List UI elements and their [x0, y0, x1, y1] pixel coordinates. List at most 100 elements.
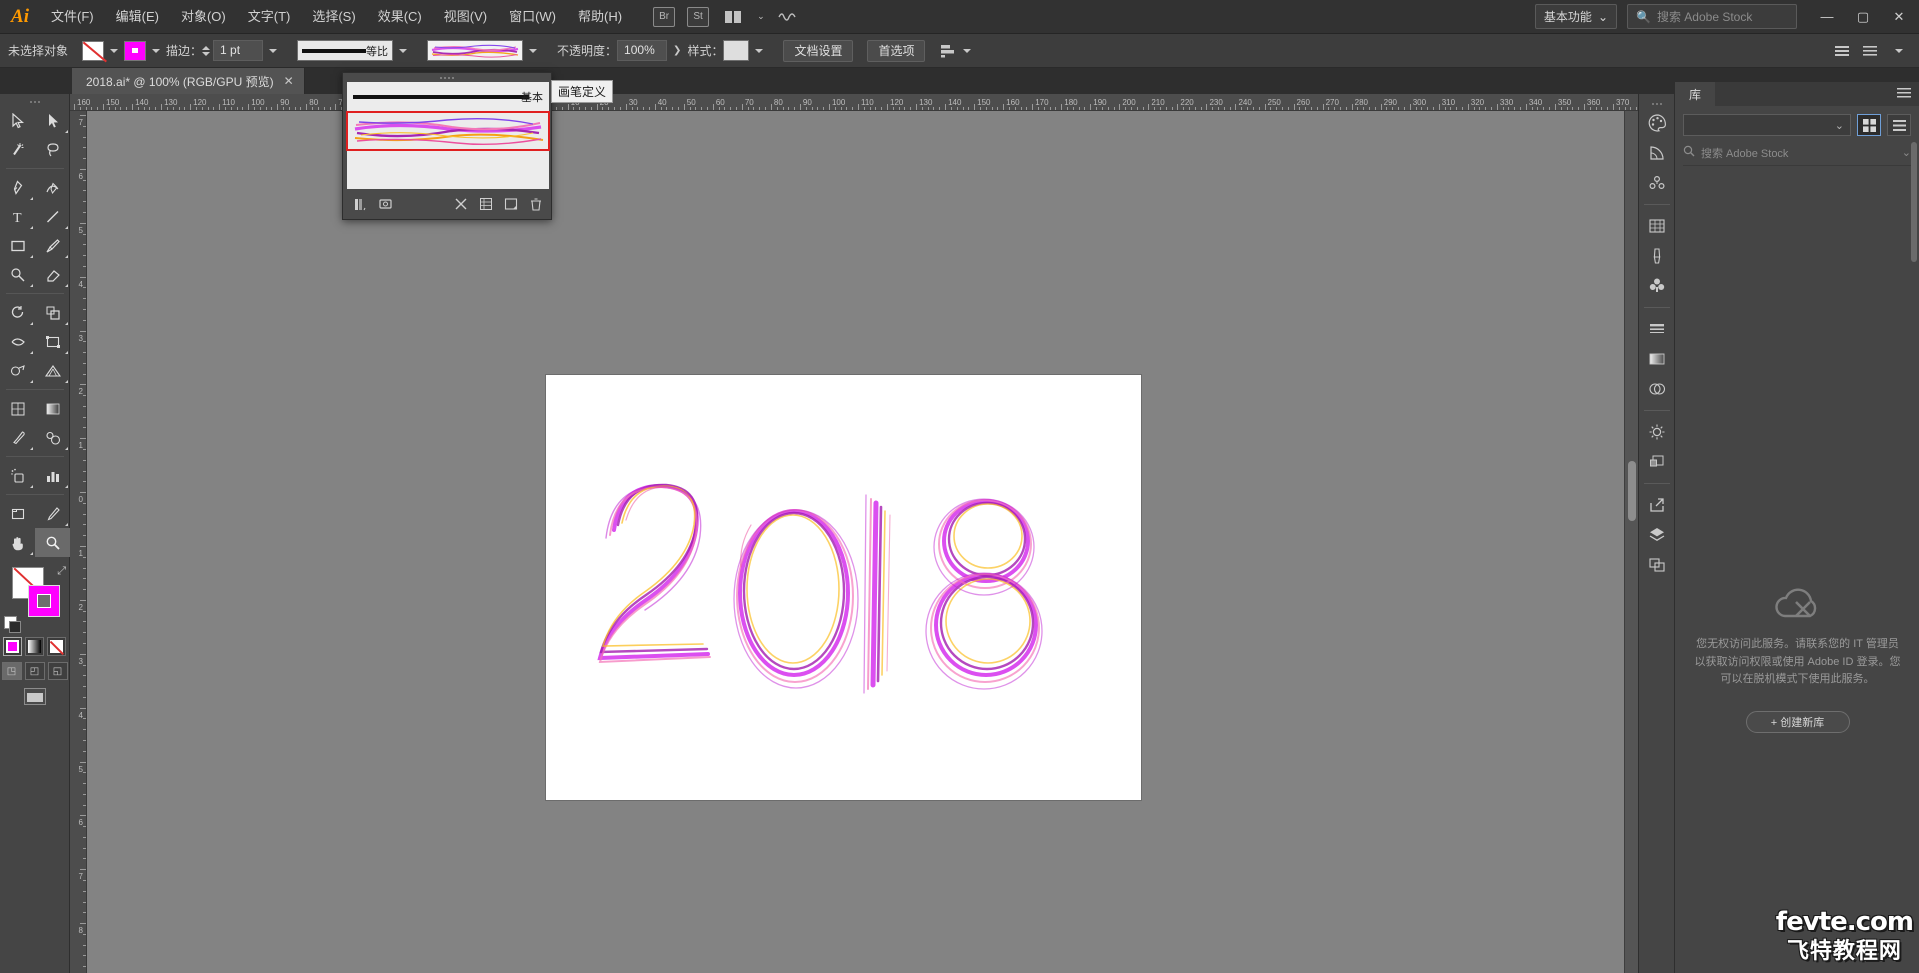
- options-of-selected-object-icon[interactable]: [478, 197, 493, 212]
- brush-list[interactable]: 基本: [346, 82, 550, 189]
- align-icon[interactable]: [939, 43, 957, 59]
- graphic-styles-panel-icon[interactable]: [1639, 447, 1675, 477]
- distribute-icon[interactable]: [1833, 43, 1851, 59]
- library-select[interactable]: ⌄: [1683, 114, 1851, 136]
- rotate-tool[interactable]: [0, 298, 35, 327]
- stroke-weight-input[interactable]: 1 pt: [213, 40, 264, 61]
- brush-definition-select[interactable]: [427, 40, 524, 61]
- libraries-panel-icon[interactable]: [378, 197, 393, 212]
- create-library-button[interactable]: + 创建新库: [1745, 710, 1850, 733]
- graphic-style-swatch[interactable]: [723, 40, 750, 61]
- stroke-weight-chevron-down-icon[interactable]: [269, 48, 278, 53]
- artwork-2018[interactable]: [546, 375, 1141, 800]
- gradient-tool[interactable]: [35, 394, 70, 423]
- align-chevron-down-icon[interactable]: [963, 48, 972, 53]
- stroke-panel-icon[interactable]: [1639, 314, 1675, 344]
- line-segment-tool[interactable]: [35, 202, 70, 231]
- stock-wave-icon[interactable]: [777, 7, 797, 27]
- color-guide-panel-icon[interactable]: [1639, 138, 1675, 168]
- transparency-panel-icon[interactable]: [1639, 374, 1675, 404]
- arrange-documents-icon[interactable]: [721, 8, 745, 26]
- color-mode-button[interactable]: [3, 637, 22, 656]
- layers-panel-icon[interactable]: [1639, 520, 1675, 550]
- fill-color-swatch[interactable]: [82, 40, 105, 61]
- brush-definition-chevron-down-icon[interactable]: [529, 48, 538, 53]
- overflow-chevron-down-icon[interactable]: [1895, 48, 1903, 53]
- hand-tool[interactable]: [0, 528, 35, 557]
- menu-window[interactable]: 窗口(W): [498, 0, 567, 34]
- gradient-panel-icon[interactable]: [1639, 344, 1675, 374]
- free-transform-tool[interactable]: [35, 327, 70, 356]
- direct-selection-tool[interactable]: [35, 106, 70, 135]
- selection-tool[interactable]: [0, 106, 35, 135]
- magic-wand-tool[interactable]: [0, 135, 35, 164]
- document-tab[interactable]: 2018.ai* @ 100% (RGB/GPU 预览) ✕: [72, 68, 305, 94]
- preferences-button[interactable]: 首选项: [867, 39, 926, 62]
- gradient-mode-button[interactable]: [25, 637, 44, 656]
- menu-edit[interactable]: 编辑(E): [105, 0, 170, 34]
- style-chevron-down-icon[interactable]: [755, 48, 764, 53]
- vertical-scrollbar[interactable]: [1624, 111, 1638, 973]
- canvas-area[interactable]: [87, 111, 1638, 973]
- horizontal-ruler[interactable]: 1601501401301201101009080706050403020100…: [70, 94, 1638, 111]
- appearance-panel-icon[interactable]: [1639, 417, 1675, 447]
- brushes-panel-grip[interactable]: [343, 73, 551, 82]
- fill-chevron-down-icon[interactable]: [110, 48, 119, 53]
- change-screen-mode-button[interactable]: [0, 688, 69, 705]
- panel-menu-icon[interactable]: [1897, 87, 1919, 101]
- workspace-switcher[interactable]: 基本功能 ⌄: [1534, 4, 1617, 29]
- swap-fill-stroke-icon[interactable]: ⤢: [57, 565, 66, 578]
- symbols-panel-icon[interactable]: [1639, 271, 1675, 301]
- new-brush-icon[interactable]: [503, 197, 518, 212]
- close-icon[interactable]: ✕: [284, 74, 294, 88]
- artboard[interactable]: [546, 375, 1141, 800]
- paintbrush-tool[interactable]: [35, 231, 70, 260]
- chevron-down-icon[interactable]: ⌄: [1902, 146, 1911, 159]
- scrollbar-thumb[interactable]: [1628, 461, 1636, 521]
- opacity-input[interactable]: 100%: [617, 40, 668, 61]
- grid-view-icon[interactable]: [1857, 114, 1881, 136]
- artboard-tool[interactable]: [0, 499, 35, 528]
- stock-search-input[interactable]: 🔍 搜索 Adobe Stock: [1627, 4, 1797, 29]
- menu-select[interactable]: 选择(S): [301, 0, 366, 34]
- eraser-tool[interactable]: [35, 260, 70, 289]
- libraries-scrollbar-thumb[interactable]: [1911, 142, 1917, 262]
- zoom-tool[interactable]: [35, 528, 70, 557]
- color-themes-panel-icon[interactable]: [1639, 168, 1675, 198]
- curvature-tool[interactable]: [35, 173, 70, 202]
- scale-tool[interactable]: [35, 298, 70, 327]
- menu-type[interactable]: 文字(T): [237, 0, 302, 34]
- menu-effect[interactable]: 效果(C): [367, 0, 433, 34]
- opacity-flyout-icon[interactable]: ❯: [673, 45, 681, 56]
- rail-grip[interactable]: [1639, 100, 1674, 108]
- shape-builder-tool[interactable]: [0, 356, 35, 385]
- blend-tool[interactable]: [35, 423, 70, 452]
- stroke-weight-stepper[interactable]: [202, 45, 211, 56]
- menu-file[interactable]: 文件(F): [40, 0, 105, 34]
- mesh-tool[interactable]: [0, 394, 35, 423]
- tools-panel-grip[interactable]: [0, 98, 69, 106]
- close-button[interactable]: ✕: [1881, 0, 1917, 34]
- brush-item-custom-art[interactable]: [346, 111, 550, 151]
- draw-normal-button[interactable]: ◳: [1, 662, 22, 680]
- list-view-icon[interactable]: [1887, 114, 1911, 136]
- arrange-chevron-down-icon[interactable]: ⌄: [757, 11, 765, 22]
- artboards-panel-icon[interactable]: [1639, 550, 1675, 580]
- stroke-chevron-down-icon[interactable]: [152, 48, 161, 53]
- draw-behind-button[interactable]: ◰: [24, 662, 45, 680]
- menu-help[interactable]: 帮助(H): [567, 0, 633, 34]
- minimize-button[interactable]: —: [1809, 0, 1845, 34]
- document-setup-button[interactable]: 文档设置: [783, 39, 854, 62]
- brush-libraries-menu-icon[interactable]: [353, 197, 368, 212]
- slice-tool[interactable]: [35, 499, 70, 528]
- delete-brush-icon[interactable]: [528, 197, 543, 212]
- stroke-color-swatch[interactable]: [124, 40, 147, 61]
- shaper-tool[interactable]: [0, 260, 35, 289]
- symbol-sprayer-tool[interactable]: [0, 461, 35, 490]
- adobe-stock-search-input[interactable]: 搜索 Adobe Stock ⌄: [1683, 144, 1911, 166]
- export-panel-icon[interactable]: [1639, 490, 1675, 520]
- rectangle-tool[interactable]: [0, 231, 35, 260]
- eyedropper-tool[interactable]: [0, 423, 35, 452]
- brushes-panel-icon[interactable]: [1639, 241, 1675, 271]
- panel-options-icon[interactable]: [1861, 43, 1879, 59]
